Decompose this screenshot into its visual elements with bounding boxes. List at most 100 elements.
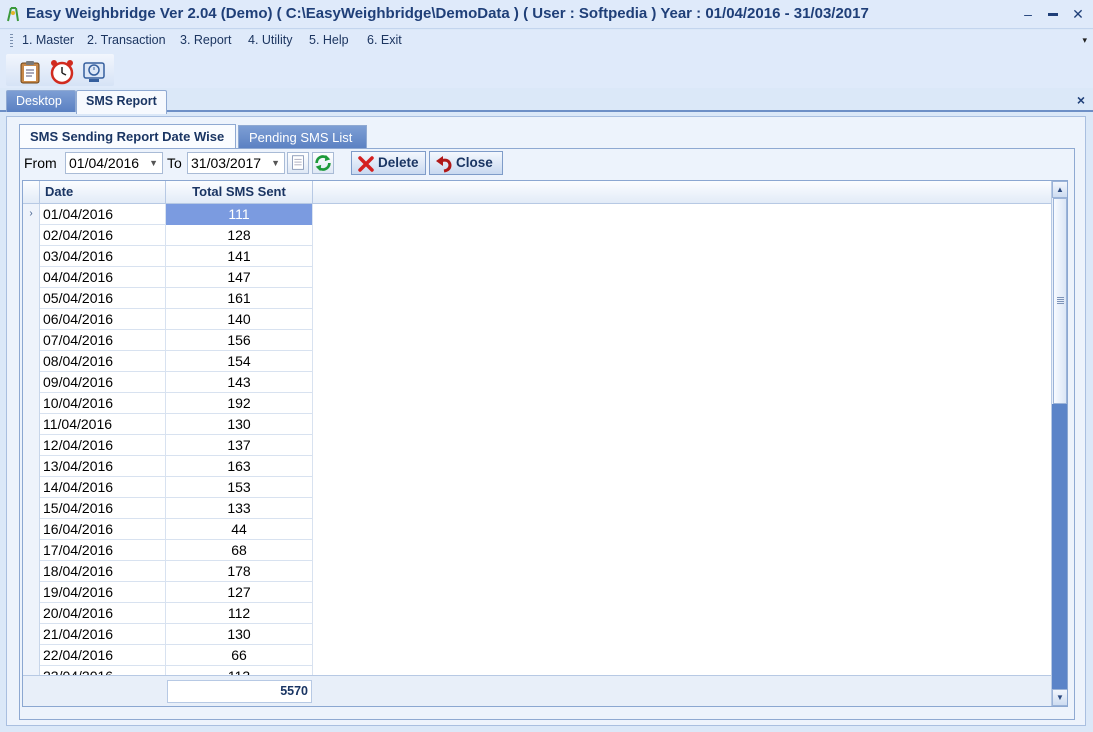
column-header-total-sms[interactable]: Total SMS Sent [166,181,313,204]
table-row[interactable]: 03/04/2016 141 [23,246,313,267]
cell-date[interactable]: 15/04/2016 [40,498,166,519]
cell-total-sms[interactable]: 44 [166,519,313,540]
table-row[interactable]: 04/04/2016 147 [23,267,313,288]
cell-date[interactable]: 10/04/2016 [40,393,166,414]
table-row[interactable]: 16/04/2016 44 [23,519,313,540]
cell-date[interactable]: 08/04/2016 [40,351,166,372]
from-dropdown-icon[interactable]: ▼ [149,153,158,173]
cell-total-sms[interactable]: 127 [166,582,313,603]
cell-total-sms[interactable]: 128 [166,225,313,246]
table-row[interactable]: 18/04/2016 178 [23,561,313,582]
cell-total-sms[interactable]: 68 [166,540,313,561]
table-row[interactable]: 09/04/2016 143 [23,372,313,393]
row-indicator[interactable] [23,309,40,330]
cell-total-sms[interactable]: 133 [166,498,313,519]
menu-utility[interactable]: 4. Utility [248,33,292,47]
close-report-button[interactable]: Close [429,151,503,175]
menu-overflow-icon[interactable]: ▾ [1082,35,1087,46]
menu-master[interactable]: 1. Master [22,33,74,47]
cell-date[interactable]: 14/04/2016 [40,477,166,498]
cell-total-sms[interactable]: 66 [166,645,313,666]
cell-date[interactable]: 23/04/2016 [40,666,166,675]
cell-total-sms[interactable]: 143 [166,372,313,393]
row-indicator[interactable] [23,624,40,645]
row-indicator[interactable] [23,540,40,561]
cell-date[interactable]: 07/04/2016 [40,330,166,351]
refresh-button[interactable] [312,152,334,174]
delete-button[interactable]: Delete [351,151,426,175]
table-row[interactable]: 05/04/2016 161 [23,288,313,309]
tab-sms-date-wise[interactable]: SMS Sending Report Date Wise [19,124,236,150]
cell-total-sms[interactable]: 111 [166,204,313,225]
column-header-date[interactable]: Date [40,181,166,204]
to-date-picker[interactable]: 31/03/2017 ▼ [187,152,285,174]
cell-total-sms[interactable]: 178 [166,561,313,582]
row-indicator[interactable] [23,603,40,624]
row-indicator[interactable] [23,666,40,675]
table-row[interactable]: 19/04/2016 127 [23,582,313,603]
table-row[interactable]: 11/04/2016 130 [23,414,313,435]
menu-transaction[interactable]: 2. Transaction [87,33,166,47]
cell-date[interactable]: 19/04/2016 [40,582,166,603]
row-indicator[interactable] [23,498,40,519]
cell-total-sms[interactable]: 192 [166,393,313,414]
table-row[interactable]: 23/04/2016113 [23,666,313,675]
cell-date[interactable]: 03/04/2016 [40,246,166,267]
tab-pending-sms[interactable]: Pending SMS List [238,125,367,149]
table-row[interactable]: 13/04/2016 163 [23,456,313,477]
table-row[interactable]: 10/04/2016 192 [23,393,313,414]
menu-help[interactable]: 5. Help [309,33,349,47]
maximize-button[interactable]: ▬ [1043,4,1063,24]
cell-total-sms[interactable]: 140 [166,309,313,330]
table-row[interactable]: 02/04/2016 128 [23,225,313,246]
scroll-up-icon[interactable]: ▲ [1052,181,1067,198]
table-row[interactable]: 06/04/2016 140 [23,309,313,330]
menu-exit[interactable]: 6. Exit [367,33,402,47]
table-row[interactable]: 22/04/2016 66 [23,645,313,666]
cell-date[interactable]: 05/04/2016 [40,288,166,309]
cell-total-sms[interactable]: 137 [166,435,313,456]
cell-date[interactable]: 11/04/2016 [40,414,166,435]
monitor-icon[interactable] [81,59,107,85]
menu-report[interactable]: 3. Report [180,33,231,47]
cell-total-sms[interactable]: 147 [166,267,313,288]
tab-sms-report[interactable]: SMS Report [76,90,167,114]
cell-date[interactable]: 06/04/2016 [40,309,166,330]
row-indicator[interactable] [23,456,40,477]
cell-date[interactable]: 04/04/2016 [40,267,166,288]
row-indicator[interactable] [23,393,40,414]
cell-total-sms[interactable]: 130 [166,624,313,645]
row-indicator[interactable] [23,246,40,267]
table-row[interactable]: 12/04/2016 137 [23,435,313,456]
row-indicator[interactable] [23,645,40,666]
menu-grip-handle[interactable] [10,34,13,49]
cell-date[interactable]: 09/04/2016 [40,372,166,393]
row-indicator[interactable]: › [23,204,40,225]
scroll-down-icon[interactable]: ▼ [1052,689,1067,706]
minimize-button[interactable]: – [1018,4,1038,24]
cell-date[interactable]: 13/04/2016 [40,456,166,477]
clipboard-icon[interactable] [17,59,43,85]
alarm-clock-icon[interactable] [49,59,75,85]
cell-date[interactable]: 21/04/2016 [40,624,166,645]
cell-date[interactable]: 02/04/2016 [40,225,166,246]
cell-date[interactable]: 12/04/2016 [40,435,166,456]
table-row[interactable]: 08/04/2016 154 [23,351,313,372]
cell-total-sms[interactable]: 112 [166,603,313,624]
table-row[interactable]: 07/04/2016 156 [23,330,313,351]
cell-total-sms[interactable]: 156 [166,330,313,351]
table-row[interactable]: › 01/04/2016 111 [23,204,313,225]
report-view-button[interactable] [287,152,309,174]
row-indicator[interactable] [23,225,40,246]
row-indicator[interactable] [23,288,40,309]
row-indicator[interactable] [23,561,40,582]
row-indicator[interactable] [23,435,40,456]
tab-desktop[interactable]: Desktop [6,90,76,112]
scroll-track[interactable] [1052,404,1067,689]
cell-total-sms[interactable]: 154 [166,351,313,372]
from-date-picker[interactable]: 01/04/2016 ▼ [65,152,163,174]
table-row[interactable]: 14/04/2016 153 [23,477,313,498]
cell-total-sms[interactable]: 163 [166,456,313,477]
table-row[interactable]: 21/04/2016 130 [23,624,313,645]
cell-total-sms[interactable]: 153 [166,477,313,498]
